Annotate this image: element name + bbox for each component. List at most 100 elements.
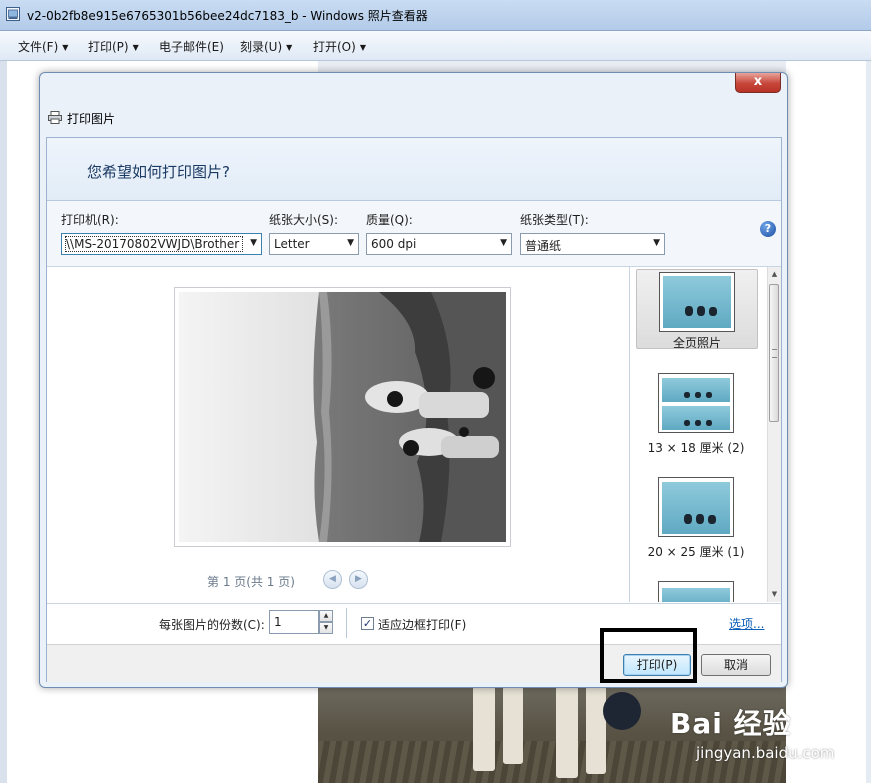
layout-thumbnail <box>658 581 734 602</box>
menu-burn[interactable]: 刻录(U) ▼ <box>240 38 292 55</box>
layout-thumbnail <box>658 477 734 537</box>
printer-icon <box>48 111 62 124</box>
menu-file[interactable]: 文件(F) ▼ <box>18 38 68 55</box>
preview-photo <box>179 292 506 542</box>
layout-label: 全页照片 <box>672 336 721 350</box>
copies-input[interactable]: 1 <box>269 610 319 634</box>
chevron-down-icon: ▼ <box>62 43 69 52</box>
viewer-right-edge <box>866 61 871 783</box>
scroll-up-icon[interactable]: ▲ <box>768 267 781 282</box>
copies-label: 每张图片的份数(C): <box>159 618 265 632</box>
chevron-down-icon: ▼ <box>132 43 139 52</box>
layout-scrollbar[interactable]: ▲ ▼ <box>767 267 781 602</box>
paper-size-value: Letter <box>274 237 310 251</box>
divider <box>346 608 347 638</box>
layout-20x25[interactable]: 20 × 25 厘米 (1) <box>636 477 756 559</box>
quality-select[interactable]: 600 dpi ▼ <box>366 233 512 255</box>
print-settings-row: 打印机(R): \\MS-20170802VWJD\Brother ▼ 纸张大小… <box>47 201 781 267</box>
chevron-down-icon: ▼ <box>500 238 507 248</box>
thumbnail-figure <box>697 306 705 316</box>
photo-hat <box>603 692 641 730</box>
thumbnail-photo <box>662 378 730 402</box>
thumbnail-figure <box>684 420 690 426</box>
thumbnail-figure <box>706 392 712 398</box>
layout-label: 13 × 18 厘米 (2) <box>647 441 745 455</box>
print-preview: 第 1 页(共 1 页) ◀ ▶ <box>47 267 628 602</box>
menu-print[interactable]: 打印(P) ▼ <box>88 38 139 55</box>
thumbnail-figure <box>684 514 692 524</box>
menu-open[interactable]: 打开(O) ▼ <box>313 38 366 55</box>
layout-thumbnail <box>658 373 734 433</box>
thumbnail-figure <box>696 514 704 524</box>
baidu-watermark: Bai 经验 jingyan.baidu.com <box>640 702 840 772</box>
printer-label: 打印机(R): <box>61 213 119 227</box>
printer-value: \\MS-20170802VWJD\Brother <box>65 236 243 252</box>
printer-select[interactable]: \\MS-20170802VWJD\Brother ▼ <box>61 233 262 255</box>
window-title: v2-0b2fb8e915e6765301b56bee24dc7183_b - … <box>27 9 428 23</box>
dialog-title: 打印图片 <box>67 112 116 126</box>
thumbnail-figure <box>709 307 717 316</box>
chevron-down-icon: ▼ <box>347 238 354 248</box>
close-button[interactable]: x <box>735 73 781 93</box>
paper-type-value: 普通纸 <box>525 239 562 253</box>
thumbnail-figure <box>695 420 701 426</box>
layout-13x18[interactable]: 13 × 18 厘米 (2) <box>636 373 756 455</box>
thumbnail-photo <box>662 406 730 430</box>
viewer-left-edge <box>0 61 7 783</box>
layout-label: 20 × 25 厘米 (1) <box>647 545 745 559</box>
layout-next[interactable] <box>636 581 756 602</box>
chevron-down-icon: ▼ <box>653 238 660 248</box>
copies-value: 1 <box>274 615 282 629</box>
photo-figure-leg <box>503 686 523 764</box>
thumbnail-figure <box>695 392 701 398</box>
scroll-grip <box>772 349 777 358</box>
fit-to-frame-checkbox[interactable]: ✓ <box>361 617 374 630</box>
page-indicator: 第 1 页(共 1 页) <box>207 575 295 589</box>
photo-figure-leg <box>586 686 606 774</box>
scroll-down-icon[interactable]: ▼ <box>768 587 781 602</box>
paper-type-select[interactable]: 普通纸 ▼ <box>520 233 665 255</box>
window-titlebar: v2-0b2fb8e915e6765301b56bee24dc7183_b - … <box>0 0 871 31</box>
previous-page-button[interactable]: ◀ <box>323 570 342 589</box>
decrement-icon[interactable]: ▼ <box>319 622 333 634</box>
help-icon[interactable]: ? <box>760 221 776 237</box>
print-pictures-dialog: x 打印图片 您希望如何打印图片? 打印机(R): \\MS-20170802V… <box>39 72 788 688</box>
paper-size-select[interactable]: Letter ▼ <box>269 233 359 255</box>
thumbnail-photo <box>663 276 731 328</box>
paper-size-label: 纸张大小(S): <box>269 213 339 227</box>
thumbnail-photo <box>662 588 730 602</box>
thumbnail-figure <box>684 392 690 398</box>
thumbnail-figure <box>708 515 716 524</box>
next-page-button[interactable]: ▶ <box>349 570 368 589</box>
quality-value: 600 dpi <box>371 237 417 251</box>
watermark-logo: Bai 经验 <box>670 707 792 740</box>
annotation-highlight-box <box>600 628 697 683</box>
layout-full-page[interactable]: 全页照片 <box>636 269 758 350</box>
photo-figure-leg <box>473 686 495 771</box>
dialog-content: 您希望如何打印图片? 打印机(R): \\MS-20170802VWJD\Bro… <box>46 137 782 682</box>
layout-list: 全页照片 13 × 18 厘米 (2) 20 × 25 厘米 (1) ▲ ▼ <box>629 267 781 602</box>
chevron-down-icon: ▼ <box>286 43 293 52</box>
photo-figure-leg <box>556 686 578 778</box>
paper-type-label: 纸张类型(T): <box>520 213 589 227</box>
fit-to-frame-label[interactable]: 适应边框打印(F) <box>378 616 466 633</box>
copies-stepper[interactable]: ▲ ▼ <box>319 610 333 634</box>
thumbnail-figure <box>706 420 712 426</box>
photo-viewer-icon <box>6 7 20 21</box>
chevron-down-icon: ▼ <box>359 43 366 52</box>
options-link[interactable]: 选项... <box>729 615 764 632</box>
dialog-header: 您希望如何打印图片? <box>47 138 781 201</box>
scroll-thumb[interactable] <box>769 284 779 422</box>
layout-thumbnail <box>659 272 735 332</box>
increment-icon[interactable]: ▲ <box>319 610 333 622</box>
preview-page <box>174 287 511 547</box>
thumbnail-photo <box>662 482 730 534</box>
thumbnail-figure <box>685 306 693 316</box>
cancel-button[interactable]: 取消 <box>701 654 771 676</box>
menu-email[interactable]: 电子邮件(E) <box>159 38 224 55</box>
chevron-down-icon: ▼ <box>250 238 257 248</box>
quality-label: 质量(Q): <box>366 213 413 227</box>
watermark-url: jingyan.baidu.com <box>696 744 835 762</box>
menu-bar: 文件(F) ▼ 打印(P) ▼ 电子邮件(E) 刻录(U) ▼ 打开(O) ▼ <box>0 31 871 61</box>
dialog-heading: 您希望如何打印图片? <box>87 163 230 181</box>
